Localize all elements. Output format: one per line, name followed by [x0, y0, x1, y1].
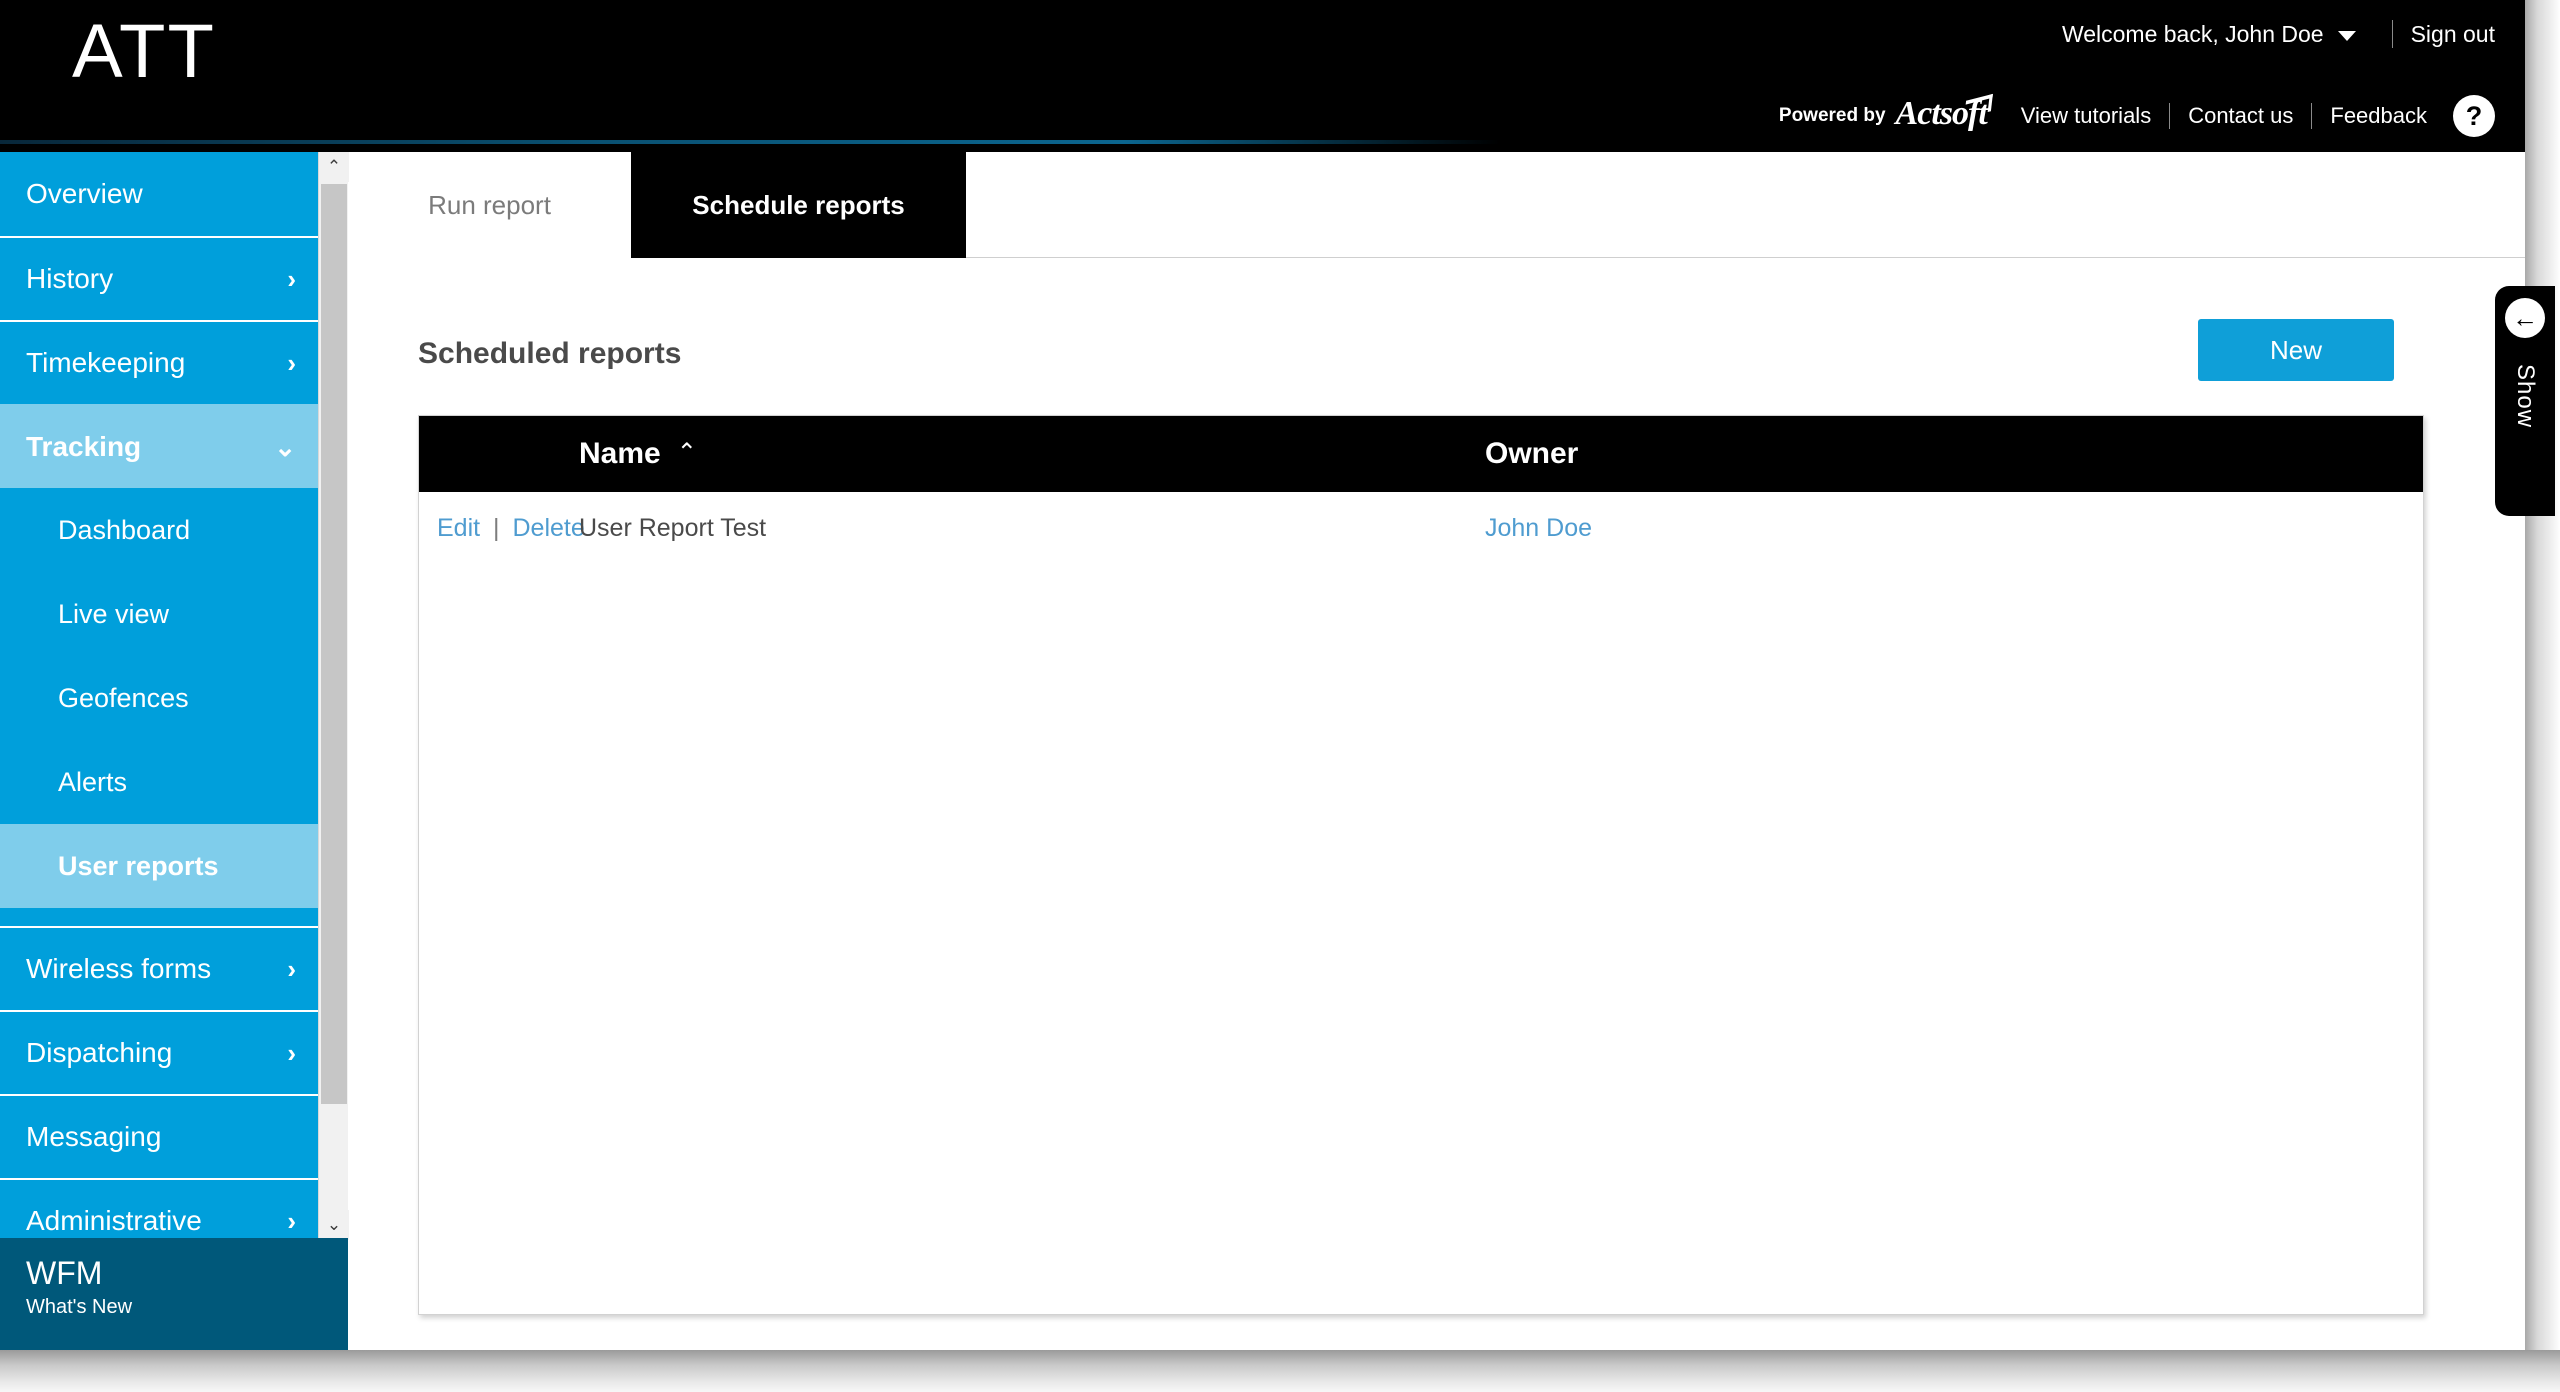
- table-header-name[interactable]: Name ⌃: [569, 437, 1469, 471]
- sidebar-item-label: Messaging: [26, 1121, 162, 1152]
- sidebar-item-label: Overview: [26, 178, 143, 209]
- sidebar-item-messaging[interactable]: Messaging: [0, 1094, 318, 1178]
- header-account-row: Welcome back, John Doe Sign out: [2062, 20, 2495, 48]
- sidebar-subgroup-tracking: Dashboard Live view Geofences Alerts Use…: [0, 488, 318, 926]
- content-header: Scheduled reports New: [418, 319, 2425, 389]
- header-divider: [2391, 20, 2393, 48]
- scheduled-reports-table: Name ⌃ Owner Edit | Delete User Report T…: [418, 415, 2424, 1315]
- sidebar-item-history[interactable]: History ›: [0, 236, 318, 320]
- table-header-name-label: Name: [579, 437, 661, 470]
- view-tutorials-link[interactable]: View tutorials: [2021, 103, 2151, 129]
- chevron-right-icon: ›: [287, 1038, 296, 1068]
- tab-strip: Run report Schedule reports: [348, 152, 2525, 258]
- sidebar-item-dashboard[interactable]: Dashboard: [0, 488, 318, 572]
- feedback-link[interactable]: Feedback: [2330, 103, 2427, 129]
- sidebar-item-wireless-forms[interactable]: Wireless forms ›: [0, 926, 318, 1010]
- row-actions: Edit | Delete: [419, 513, 585, 543]
- row-report-name: User Report Test: [579, 513, 767, 542]
- app-page: ATT Welcome back, John Doe Sign out Powe…: [0, 0, 2560, 1392]
- sidebar-item-label: Tracking: [26, 431, 142, 462]
- sidebar-item-dispatching[interactable]: Dispatching ›: [0, 1010, 318, 1094]
- sidebar-item-overview[interactable]: Overview: [0, 152, 318, 236]
- sidebar-item-label: Administrative: [26, 1205, 202, 1236]
- sidebar-item-label: Dispatching: [26, 1037, 173, 1068]
- sidebar-subitem-label: Dashboard: [58, 514, 191, 545]
- sidebar-item-geofences[interactable]: Geofences: [0, 656, 318, 740]
- owner-link[interactable]: John Doe: [1485, 514, 1592, 542]
- sort-ascending-icon[interactable]: ⌃: [677, 438, 697, 467]
- powered-by-label: Powered by: [1778, 105, 1886, 126]
- edit-link[interactable]: Edit: [437, 514, 480, 542]
- sidebar-nav: Overview History › Timekeeping › Trackin…: [0, 152, 318, 1350]
- header-links-divider-1: [2169, 103, 2171, 129]
- sidebar-subitem-label: User reports: [58, 850, 219, 881]
- show-panel-toggle[interactable]: ← Show: [2495, 286, 2555, 516]
- scroll-up-arrow-icon[interactable]: ⌃: [319, 152, 349, 182]
- table-header-row: Name ⌃ Owner: [419, 416, 2423, 492]
- chevron-right-icon: ›: [287, 954, 296, 984]
- app-header: ATT Welcome back, John Doe Sign out Powe…: [0, 0, 2525, 152]
- actsoft-logo: Actsoft: [1895, 95, 1988, 132]
- sidebar-item-label: History: [26, 263, 114, 294]
- page-bottom-shade: [0, 1350, 2560, 1392]
- sidebar-subitem-label: Live view: [58, 598, 170, 629]
- row-owner: John Doe: [1469, 514, 2423, 543]
- wfm-subtitle: What's New: [26, 1296, 133, 1318]
- chevron-right-icon: ›: [287, 264, 296, 294]
- scroll-down-arrow-icon[interactable]: ⌄: [319, 1210, 349, 1240]
- sidebar-subitem-label: Alerts: [58, 766, 128, 797]
- sidebar-item-user-reports[interactable]: User reports: [0, 824, 318, 908]
- contact-us-link[interactable]: Contact us: [2188, 103, 2293, 129]
- action-separator: |: [493, 513, 500, 542]
- chevron-down-icon[interactable]: [2337, 31, 2356, 41]
- chevron-right-icon: ›: [287, 348, 296, 378]
- sidebar-item-live-view[interactable]: Live view: [0, 572, 318, 656]
- sidebar-item-alerts[interactable]: Alerts: [0, 740, 318, 824]
- arrow-left-icon[interactable]: ←: [2505, 298, 2545, 338]
- sign-out-link[interactable]: Sign out: [2411, 21, 2495, 48]
- header-links-row: Powered by Actsoft View tutorials Contac…: [1779, 95, 2495, 137]
- new-button[interactable]: New: [2198, 319, 2394, 381]
- sidebar-item-timekeeping[interactable]: Timekeeping ›: [0, 320, 318, 404]
- sidebar-item-label: Timekeeping: [26, 347, 186, 378]
- chevron-down-icon: ⌄: [274, 432, 296, 462]
- sidebar-item-tracking[interactable]: Tracking ⌄: [0, 404, 318, 488]
- chevron-right-icon: ›: [287, 1206, 296, 1236]
- wfm-whats-new-panel[interactable]: WFM What's New: [0, 1238, 348, 1350]
- page-right-shade: [2525, 0, 2560, 1370]
- sidebar-scrollbar[interactable]: ⌃ ⌄: [318, 152, 349, 1350]
- tab-run-report[interactable]: Run report: [348, 152, 631, 258]
- main-content: Scheduled reports New Name ⌃ Owner Edit …: [348, 259, 2525, 1350]
- table-header-owner[interactable]: Owner: [1469, 437, 2423, 471]
- brand-logo[interactable]: ATT: [72, 14, 216, 90]
- show-panel-label: Show: [2512, 364, 2539, 429]
- sidebar-subitem-label: Geofences: [58, 682, 189, 713]
- help-icon[interactable]: ?: [2453, 95, 2495, 137]
- scrollbar-thumb[interactable]: [321, 184, 347, 1104]
- sidebar-item-label: Wireless forms: [26, 953, 212, 984]
- header-accent-bar: [0, 140, 1500, 144]
- tab-schedule-reports[interactable]: Schedule reports: [631, 152, 966, 258]
- header-links-divider-2: [2311, 103, 2313, 129]
- page-title: Scheduled reports: [418, 337, 682, 370]
- welcome-label[interactable]: Welcome back, John Doe: [2062, 21, 2324, 48]
- wfm-title: WFM: [26, 1255, 103, 1291]
- table-row: Edit | Delete User Report Test John Doe: [419, 492, 2423, 564]
